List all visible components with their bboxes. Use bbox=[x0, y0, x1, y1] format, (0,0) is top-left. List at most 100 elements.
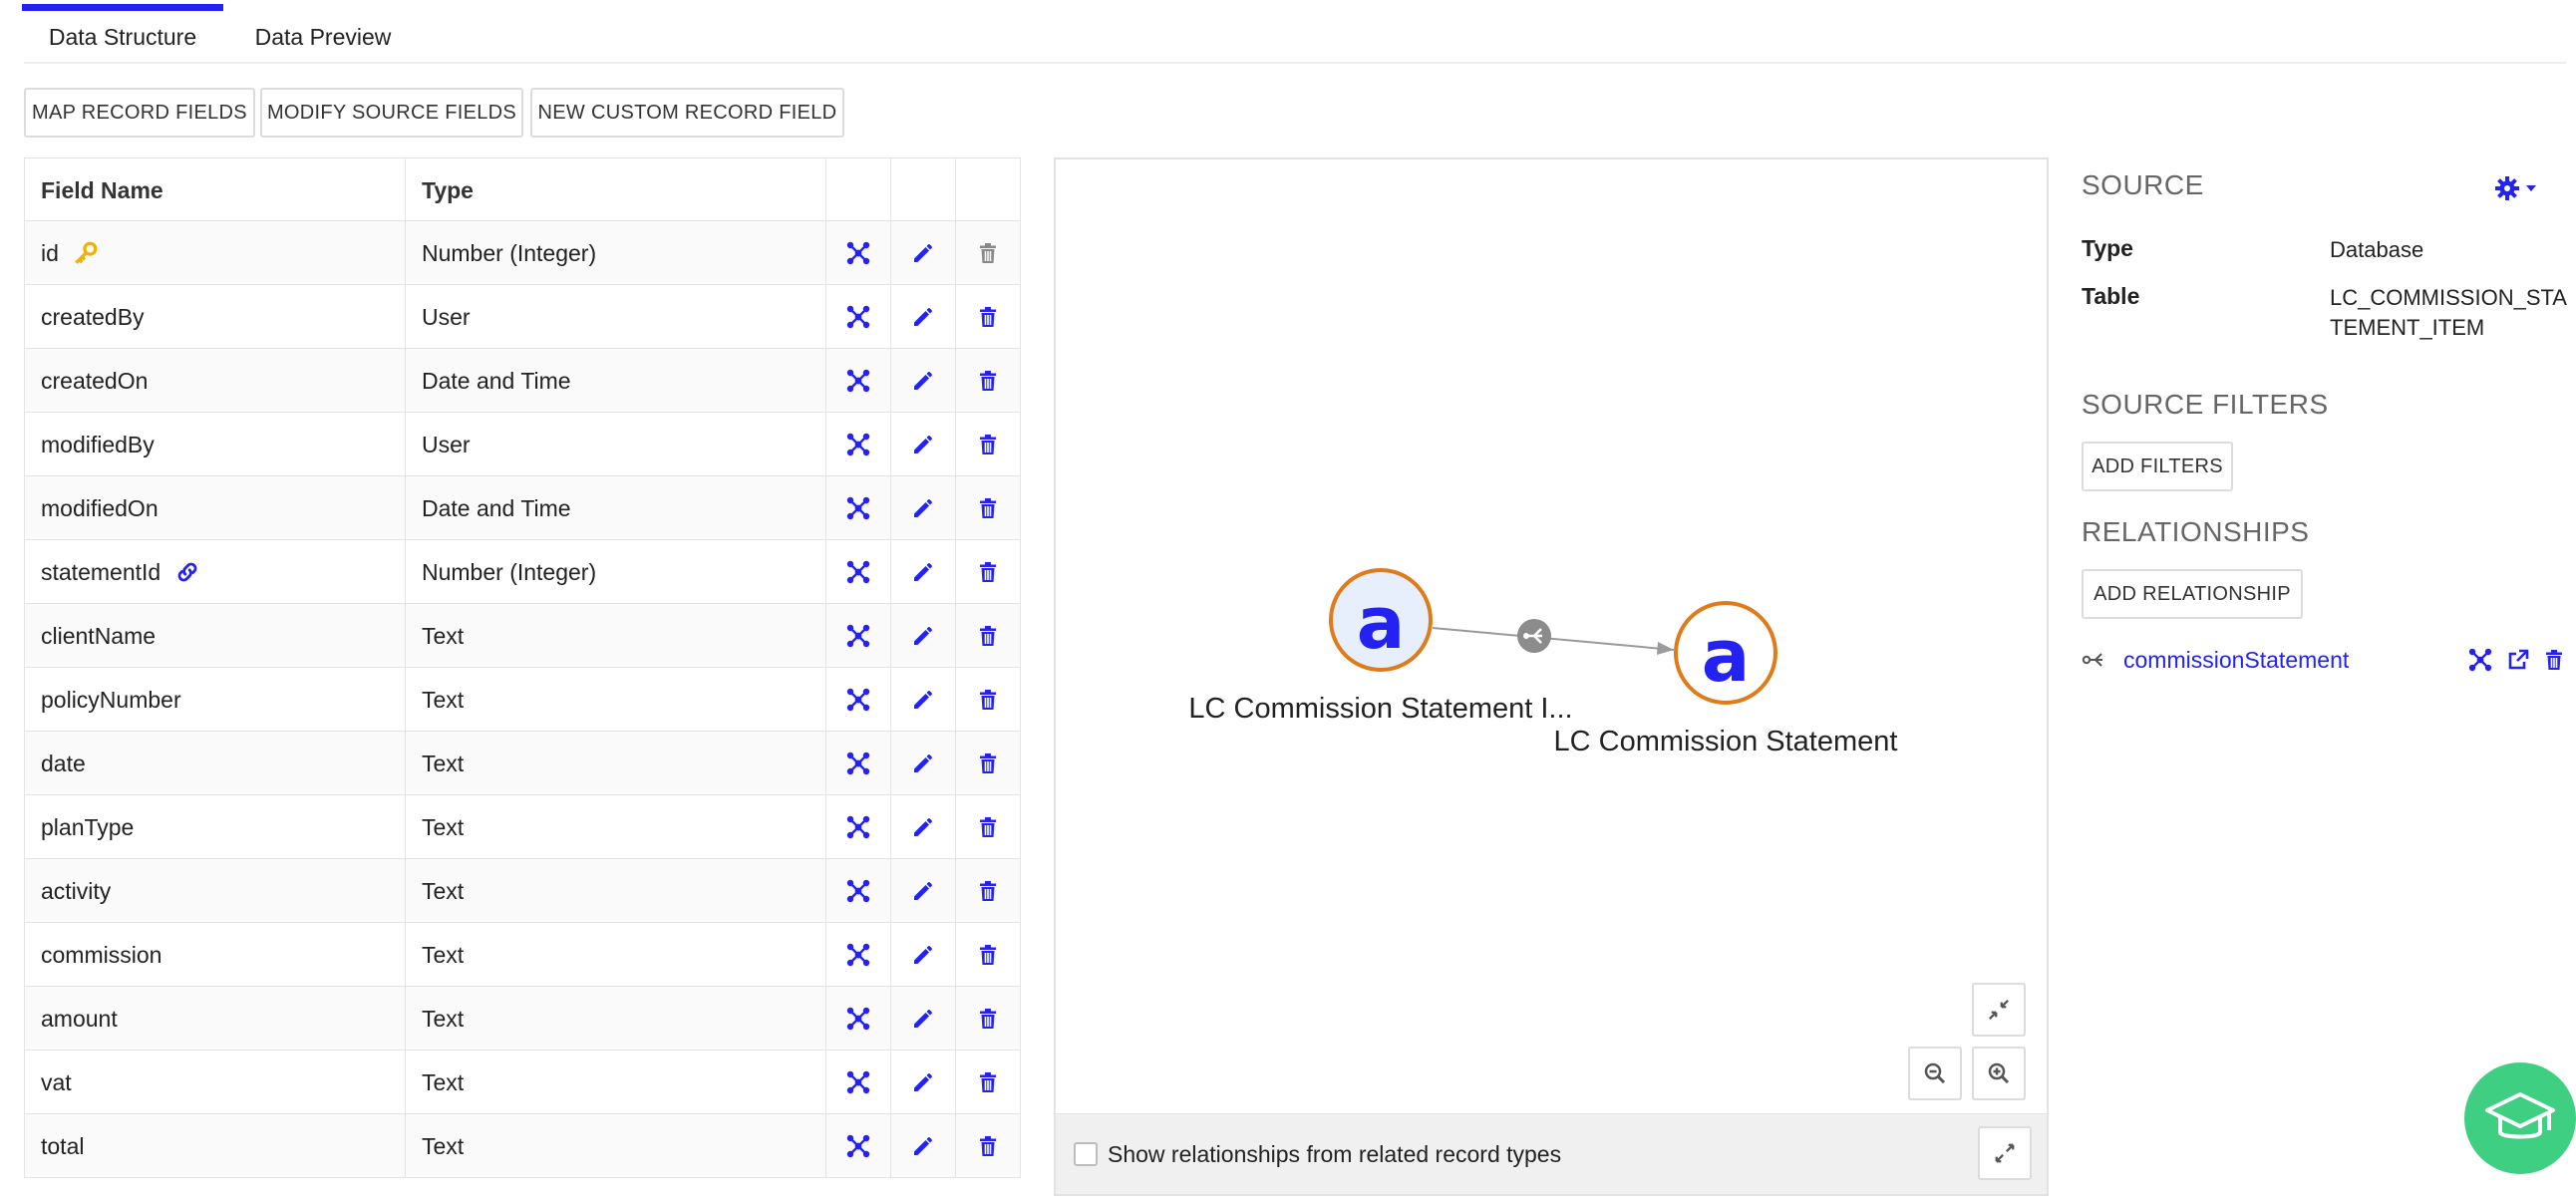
source-type-value: Database bbox=[2330, 237, 2424, 262]
field-type: Text bbox=[422, 1069, 465, 1095]
field-type: Text bbox=[422, 623, 465, 649]
table-row: policyNumber Text bbox=[24, 668, 1021, 732]
network-icon[interactable] bbox=[846, 1007, 870, 1031]
edit-pencil-icon[interactable] bbox=[911, 1070, 935, 1094]
network-icon[interactable] bbox=[846, 752, 870, 775]
field-name: planType bbox=[41, 814, 135, 840]
relationship-link-commission-statement[interactable]: commissionStatement bbox=[2123, 642, 2349, 678]
field-type: Number (Integer) bbox=[422, 559, 597, 585]
network-icon[interactable] bbox=[846, 624, 870, 648]
edit-pencil-icon[interactable] bbox=[911, 943, 935, 967]
network-icon[interactable] bbox=[846, 305, 870, 329]
network-icon[interactable] bbox=[846, 560, 870, 584]
network-icon[interactable] bbox=[846, 369, 870, 393]
field-name: modifiedBy bbox=[41, 432, 155, 457]
open-external-icon[interactable] bbox=[2506, 648, 2530, 672]
add-filters-button[interactable]: ADD FILTERS bbox=[2082, 442, 2233, 491]
add-relationship-button[interactable]: ADD RELATIONSHIP bbox=[2082, 569, 2303, 619]
column-header-field-name: Field Name bbox=[41, 177, 163, 203]
table-row: createdOn Date and Time bbox=[24, 349, 1021, 413]
tab-data-structure[interactable]: Data Structure bbox=[22, 0, 223, 62]
record-type-node-source[interactable]: a bbox=[1329, 568, 1433, 672]
network-icon[interactable] bbox=[846, 241, 870, 265]
trash-icon[interactable] bbox=[976, 305, 1000, 329]
table-row: total Text bbox=[24, 1114, 1021, 1178]
field-type: User bbox=[422, 432, 471, 457]
tab-data-preview[interactable]: Data Preview bbox=[248, 0, 398, 62]
edit-pencil-icon[interactable] bbox=[911, 369, 935, 393]
trash-icon[interactable] bbox=[976, 1070, 1000, 1094]
trash-icon[interactable] bbox=[2542, 648, 2566, 672]
edit-pencil-icon[interactable] bbox=[911, 433, 935, 456]
edit-pencil-icon[interactable] bbox=[911, 1007, 935, 1031]
network-icon[interactable] bbox=[846, 688, 870, 712]
trash-icon[interactable] bbox=[976, 624, 1000, 648]
trash-icon[interactable] bbox=[976, 369, 1000, 393]
zoom-in-icon bbox=[1988, 1062, 2010, 1084]
table-row: clientName Text bbox=[24, 604, 1021, 668]
help-learning-button[interactable] bbox=[2464, 1062, 2576, 1174]
show-related-label: Show relationships from related record t… bbox=[1108, 1141, 1562, 1167]
new-custom-record-field-button[interactable]: NEW CUSTOM RECORD FIELD bbox=[530, 88, 844, 138]
field-name: clientName bbox=[41, 623, 157, 649]
trash-icon[interactable] bbox=[976, 560, 1000, 584]
trash-icon[interactable] bbox=[976, 433, 1000, 456]
zoom-in-button[interactable] bbox=[1972, 1047, 2026, 1100]
trash-icon[interactable] bbox=[976, 815, 1000, 839]
svg-text:a: a bbox=[1702, 614, 1751, 698]
table-header-row: Field Name Type bbox=[24, 157, 1021, 221]
network-icon[interactable] bbox=[2468, 648, 2492, 672]
column-header-type: Type bbox=[422, 177, 474, 203]
edit-pencil-icon[interactable] bbox=[911, 496, 935, 520]
edit-pencil-icon[interactable] bbox=[911, 688, 935, 712]
field-type: Text bbox=[422, 1006, 465, 1032]
trash-icon[interactable] bbox=[976, 879, 1000, 903]
field-name: vat bbox=[41, 1069, 72, 1095]
record-type-node-target[interactable]: a bbox=[1674, 601, 1777, 705]
trash-icon[interactable] bbox=[976, 943, 1000, 967]
modify-source-fields-button[interactable]: MODIFY SOURCE FIELDS bbox=[260, 88, 523, 138]
collapse-graph-button[interactable] bbox=[1972, 983, 2026, 1037]
trash-icon[interactable] bbox=[976, 688, 1000, 712]
edit-pencil-icon[interactable] bbox=[911, 879, 935, 903]
zoom-out-button[interactable] bbox=[1908, 1047, 1962, 1100]
field-type: Number (Integer) bbox=[422, 240, 597, 266]
source-table-key: Table bbox=[2082, 283, 2140, 309]
edit-pencil-icon[interactable] bbox=[911, 624, 935, 648]
edit-pencil-icon[interactable] bbox=[911, 305, 935, 329]
field-type: User bbox=[422, 304, 471, 330]
field-type: Text bbox=[422, 878, 465, 904]
caret-down-icon bbox=[2526, 185, 2536, 191]
edge-arrowhead bbox=[1657, 642, 1674, 655]
trash-icon[interactable] bbox=[976, 496, 1000, 520]
source-table-value-line2: TEMENT_ITEM bbox=[2330, 315, 2485, 340]
edit-pencil-icon[interactable] bbox=[911, 1134, 935, 1158]
network-icon[interactable] bbox=[846, 433, 870, 456]
network-icon[interactable] bbox=[846, 1070, 870, 1094]
trash-icon[interactable] bbox=[976, 1007, 1000, 1031]
network-icon[interactable] bbox=[846, 496, 870, 520]
network-icon[interactable] bbox=[846, 1134, 870, 1158]
table-row: createdBy User bbox=[24, 285, 1021, 349]
expand-graph-button[interactable] bbox=[1978, 1126, 2032, 1180]
field-name: createdBy bbox=[41, 304, 145, 330]
table-row: date Text bbox=[24, 732, 1021, 795]
field-name: amount bbox=[41, 1006, 118, 1032]
map-record-fields-button[interactable]: MAP RECORD FIELDS bbox=[24, 88, 255, 138]
relationship-icon bbox=[2082, 653, 2102, 667]
source-filters-heading: SOURCE FILTERS bbox=[2082, 389, 2329, 420]
edit-pencil-icon[interactable] bbox=[911, 815, 935, 839]
gear-icon bbox=[2495, 176, 2536, 200]
edge-relationship-icon[interactable] bbox=[1517, 619, 1551, 653]
edit-pencil-icon[interactable] bbox=[911, 241, 935, 265]
edit-pencil-icon[interactable] bbox=[911, 752, 935, 775]
trash-icon[interactable] bbox=[976, 752, 1000, 775]
source-heading: SOURCE bbox=[2082, 169, 2204, 200]
network-icon[interactable] bbox=[846, 943, 870, 967]
network-icon[interactable] bbox=[846, 815, 870, 839]
show-related-checkbox[interactable] bbox=[1074, 1142, 1098, 1166]
source-settings-button[interactable] bbox=[2494, 173, 2542, 203]
trash-icon[interactable] bbox=[976, 1134, 1000, 1158]
edit-pencil-icon[interactable] bbox=[911, 560, 935, 584]
network-icon[interactable] bbox=[846, 879, 870, 903]
